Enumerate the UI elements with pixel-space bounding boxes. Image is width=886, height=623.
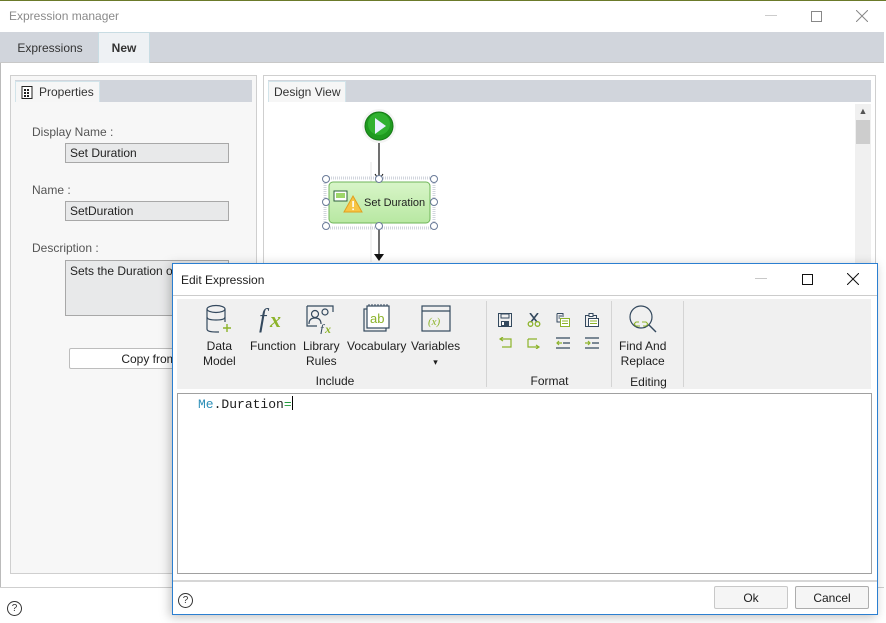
properties-panel-header: Properties (15, 80, 252, 102)
dialog-minimize-button[interactable] (743, 267, 779, 291)
display-name-label: Display Name : (32, 125, 114, 139)
svg-text:x: x (324, 322, 331, 334)
properties-icon (21, 85, 33, 99)
variables-label: Variables (411, 339, 461, 353)
text-caret (291, 396, 293, 410)
dialog-help-icon[interactable]: ? (178, 593, 193, 608)
library-rules-label-1: Library (303, 339, 340, 353)
svg-text:(x): (x) (428, 316, 441, 328)
svg-text:ab: ab (370, 311, 384, 326)
copy-button[interactable] (553, 310, 573, 330)
dialog-close-button[interactable] (835, 267, 871, 291)
dialog-maximize-button[interactable] (789, 267, 825, 291)
function-label: Function (250, 339, 297, 353)
svg-text:f: f (259, 304, 270, 333)
scroll-up-arrow-icon[interactable]: ▲ (855, 104, 871, 118)
svg-text:x: x (269, 307, 281, 332)
form-icon (333, 190, 348, 202)
database-add-icon (206, 304, 232, 333)
design-view-header: Design View (268, 80, 871, 102)
description-label: Description : (32, 241, 99, 255)
maximize-icon (801, 273, 813, 285)
save-button[interactable] (495, 310, 515, 330)
copy-icon (556, 313, 570, 327)
outdent-icon (556, 337, 570, 349)
expression-property-token: Duration (221, 397, 284, 412)
workflow-canvas: Set Duration (322, 109, 438, 262)
properties-tab-label: Properties (39, 85, 94, 99)
ok-button[interactable]: Ok (714, 586, 788, 609)
cancel-button[interactable]: Cancel (795, 586, 869, 609)
design-view-tab[interactable]: Design View (268, 81, 347, 102)
data-model-button[interactable]: Data Model (203, 303, 236, 369)
include-group-label: Include (315, 374, 355, 388)
dialog-footer-divider (173, 580, 877, 582)
data-model-label-2: Model (203, 354, 236, 368)
ribbon-separator (486, 301, 487, 387)
function-button[interactable]: f x Function (250, 303, 296, 354)
paste-button[interactable] (582, 310, 602, 330)
cut-button[interactable] (524, 310, 544, 330)
indent-button[interactable] (582, 333, 602, 353)
undo-button[interactable] (495, 333, 515, 353)
find-replace-icon (629, 305, 657, 333)
display-name-field[interactable]: Set Duration (65, 143, 229, 163)
start-node[interactable] (362, 109, 396, 143)
close-icon (847, 273, 859, 285)
maximize-icon (810, 10, 822, 22)
variables-button[interactable]: (x) Variables ▾ (411, 303, 460, 370)
close-icon (856, 10, 868, 22)
data-model-label-1: Data (206, 339, 233, 353)
name-label: Name : (32, 183, 71, 197)
paste-icon (585, 313, 599, 327)
minimize-icon (765, 15, 777, 16)
find-and-replace-button[interactable]: Find And Replace (619, 303, 666, 369)
rule-node-set-duration[interactable]: Set Duration (328, 181, 431, 224)
library-rules-icon: f x (306, 305, 334, 334)
find-and-replace-label-2: Replace (620, 354, 665, 368)
minimize-button[interactable] (756, 5, 786, 27)
window-title: Expression manager (9, 9, 120, 23)
expression-operator-token: = (283, 397, 292, 412)
tab-expressions[interactable]: Expressions (8, 32, 92, 63)
main-tabs-bar: Expressions New (0, 32, 884, 63)
rule-node-label: Set Duration (364, 197, 425, 209)
outdent-button[interactable] (553, 333, 573, 353)
properties-tab[interactable]: Properties (15, 81, 100, 102)
editing-group-label: Editing (630, 375, 667, 389)
indent-icon (585, 337, 599, 349)
redo-icon (527, 338, 541, 349)
redo-button[interactable] (524, 333, 544, 353)
edit-expression-dialog: Edit Expression Data Model f x Function … (172, 263, 878, 615)
variables-dropdown-icon[interactable]: ▾ (433, 357, 438, 367)
undo-icon (498, 337, 512, 348)
minimize-icon (755, 278, 767, 279)
ribbon-separator (611, 301, 612, 387)
save-icon (498, 313, 512, 327)
tab-new[interactable]: New (98, 32, 150, 63)
scrollbar-thumb[interactable] (856, 120, 870, 144)
close-button[interactable] (847, 5, 877, 27)
ribbon-separator (683, 301, 684, 387)
maximize-button[interactable] (801, 5, 831, 27)
function-fx-icon: f x (259, 304, 281, 333)
format-group-label: Format (530, 374, 569, 388)
ribbon: Data Model f x Function f x Library Rule… (177, 299, 871, 389)
dialog-title: Edit Expression (181, 273, 265, 287)
name-field[interactable]: SetDuration (65, 201, 229, 221)
variables-icon: (x) (420, 305, 451, 332)
vocabulary-icon: ab (363, 304, 390, 332)
cut-icon (527, 313, 541, 327)
dialog-divider (173, 295, 877, 296)
library-rules-button[interactable]: f x Library Rules (303, 303, 340, 369)
find-and-replace-label-1: Find And (619, 339, 667, 353)
help-icon[interactable]: ? (7, 601, 22, 616)
vocabulary-button[interactable]: ab Vocabulary (347, 303, 406, 354)
library-rules-label-2: Rules (306, 354, 337, 368)
vocabulary-label: Vocabulary (347, 339, 407, 353)
expression-object-token: Me (198, 397, 214, 412)
expression-editor[interactable]: Me.Duration= (177, 393, 872, 574)
